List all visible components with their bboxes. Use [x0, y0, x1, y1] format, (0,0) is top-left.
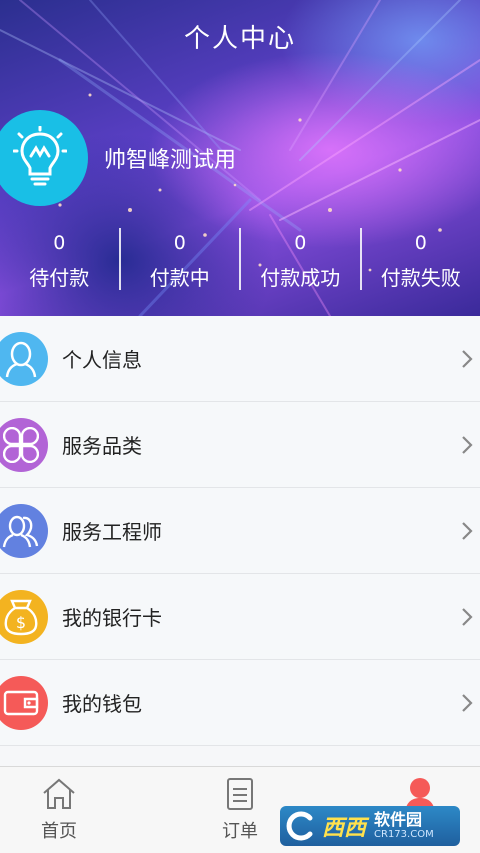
chevron-right-icon [462, 435, 473, 454]
chevron-right-icon [462, 349, 473, 368]
menu-label: 服务品类 [62, 434, 142, 458]
document-icon [227, 778, 253, 810]
username: 帅智峰测试用 [104, 148, 237, 173]
stat-payment-failed[interactable]: 0 付款失败 [362, 228, 480, 292]
stat-paying[interactable]: 0 付款中 [121, 228, 240, 292]
menu-item-personal-info[interactable]: 个人信息 [0, 316, 480, 402]
svg-text:$: $ [16, 613, 26, 632]
stat-label: 付款成功 [260, 266, 341, 290]
money-bag-icon: $ [0, 589, 48, 644]
chevron-right-icon [462, 607, 473, 626]
watermark-url: CR173.COM [374, 829, 434, 840]
chevron-right-icon [462, 521, 473, 540]
menu-label: 服务工程师 [62, 520, 162, 544]
chevron-right-icon [462, 693, 473, 712]
menu-label: 我的钱包 [62, 692, 142, 716]
person-icon [0, 331, 48, 386]
watermark-logo: 西西 软件园 CR173.COM [280, 806, 460, 846]
users-icon [0, 503, 48, 558]
wallet-icon [0, 675, 48, 730]
page-title: 个人中心 [183, 24, 296, 54]
tab-orders[interactable]: 订单 [200, 777, 280, 843]
stat-count: 0 [294, 232, 307, 254]
stat-pending-payment[interactable]: 0 待付款 [0, 228, 119, 292]
profile-header: 个人中心 帅智峰测试用 0 待付款 0 付款中 0 付款成功 0 付款失败 [0, 0, 480, 316]
stat-label: 付款失败 [380, 266, 461, 290]
stat-label: 待付款 [29, 266, 90, 290]
watermark-brand: 西西 [322, 816, 367, 841]
lightbulb-icon [13, 126, 67, 186]
tab-home[interactable]: 首页 [19, 777, 99, 843]
menu-item-wallet[interactable]: 我的钱包 [0, 660, 480, 746]
watermark-title: 软件园 [374, 810, 423, 829]
stat-count: 0 [53, 232, 66, 254]
grid-icon [0, 417, 48, 472]
stat-label: 付款中 [149, 266, 210, 290]
stat-payment-success[interactable]: 0 付款成功 [241, 228, 360, 292]
tab-label: 订单 [222, 821, 258, 842]
menu-item-service-category[interactable]: 服务品类 [0, 402, 480, 488]
menu-item-bank-card[interactable]: $ 我的银行卡 [0, 574, 480, 660]
menu-label: 我的银行卡 [62, 606, 162, 630]
menu-item-service-engineer[interactable]: 服务工程师 [0, 488, 480, 574]
stat-count: 0 [173, 232, 186, 254]
logo-c-icon [280, 806, 320, 846]
menu-list: 个人信息 服务品类 服务工程师 $ 我的银行卡 我的钱包 [0, 316, 480, 746]
payment-stats: 0 待付款 0 付款中 0 付款成功 0 付款失败 [0, 228, 480, 292]
home-icon [43, 778, 75, 809]
menu-label: 个人信息 [62, 348, 142, 372]
tab-label: 首页 [41, 821, 77, 842]
stat-count: 0 [414, 232, 427, 254]
